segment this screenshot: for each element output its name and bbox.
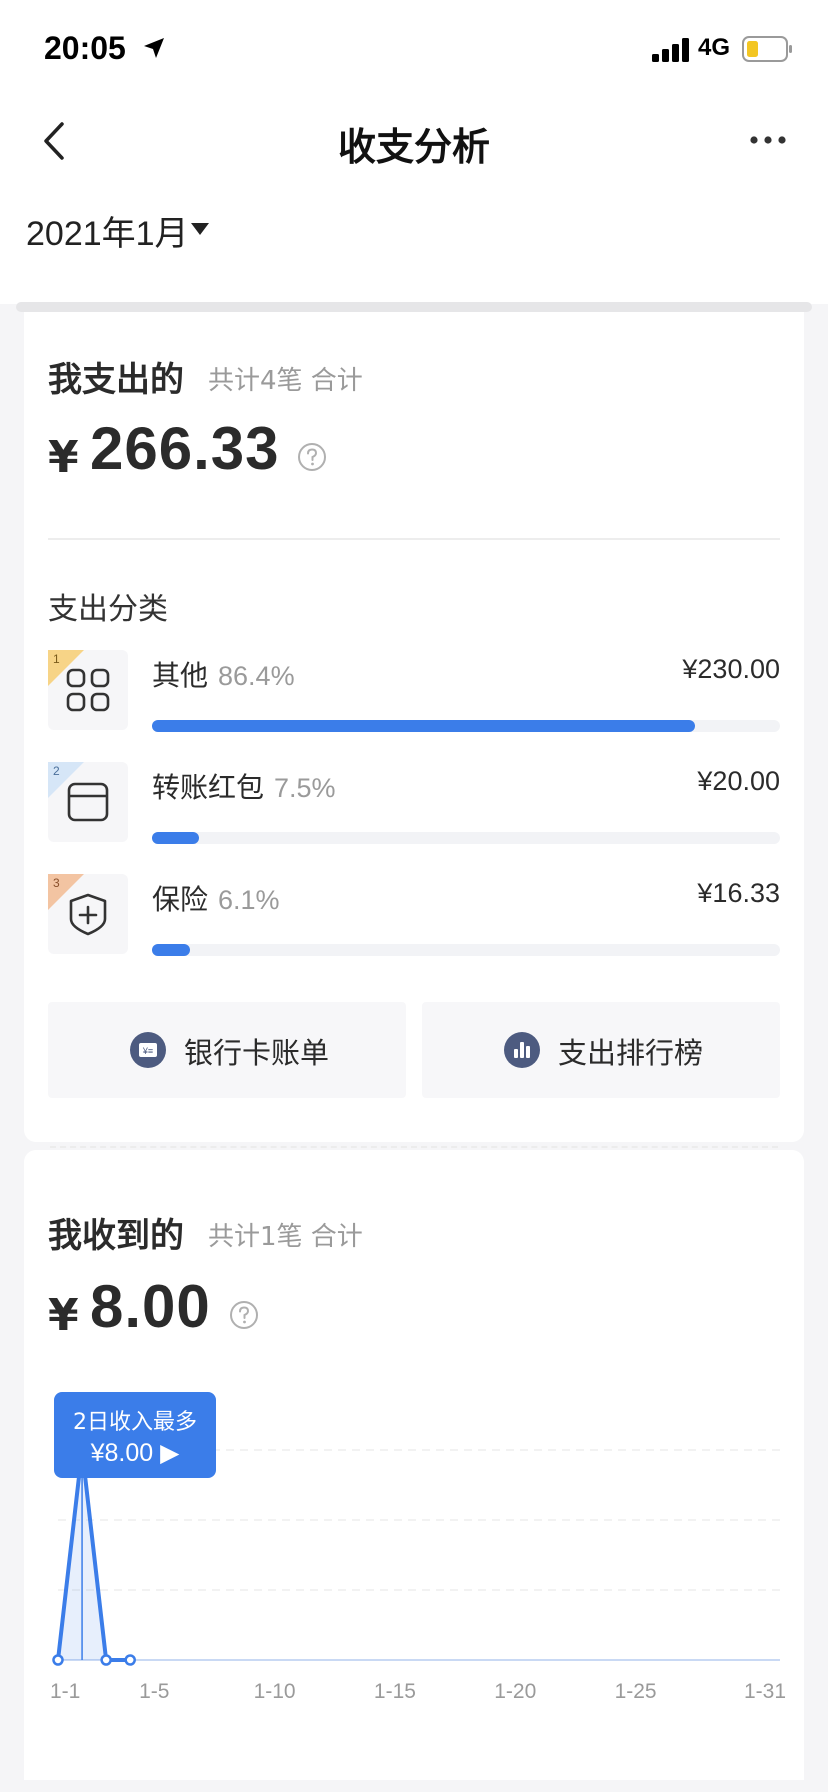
category-bar-track (152, 720, 780, 732)
category-percent: 6.1% (218, 885, 280, 915)
signal-icon (652, 38, 689, 62)
page-title: 收支分析 (337, 125, 490, 169)
tooltip-value: ¥8.00 ▶ (90, 1439, 180, 1467)
chart-tooltip[interactable]: 2日收入最多 ¥8.00 ▶ (54, 1392, 216, 1478)
income-currency: ¥ (48, 1290, 79, 1341)
category-percent: 86.4% (218, 661, 295, 691)
category-name: 转账红包 7.5% (152, 766, 336, 806)
x-tick-label: 1-5 (139, 1680, 170, 1703)
category-label: 保险 (152, 883, 209, 916)
category-icon-box: 1 (48, 650, 128, 730)
x-tick-label: 1-20 (494, 1680, 537, 1703)
more-icon[interactable] (748, 128, 788, 152)
category-bar-track (152, 832, 780, 844)
divider (48, 538, 780, 540)
data-point (124, 1654, 136, 1666)
expense-currency: ¥ (48, 432, 79, 483)
category-label: 其他 (152, 659, 209, 692)
x-tick-label: 1-10 (253, 1680, 296, 1703)
category-bar-fill (152, 944, 191, 956)
x-tick-label: 1-1 (50, 1680, 81, 1703)
category-amount: ¥16.33 (697, 878, 780, 908)
battery-icon (742, 36, 792, 62)
category-name: 保险 6.1% (152, 878, 280, 918)
category-bar-track (152, 944, 780, 956)
category-icon-box: 3 (48, 874, 128, 954)
category-label: 转账红包 (152, 771, 265, 804)
status-bar: 20:05 4G (0, 0, 828, 94)
expense-ranking-label: 支出排行榜 (558, 1036, 704, 1070)
category-percent: 7.5% (274, 773, 336, 803)
expense-summary: 共计4笔 合计 (208, 366, 363, 396)
rank-number: 2 (53, 764, 60, 778)
x-tick-label: 1-25 (614, 1680, 657, 1703)
rank-number: 3 (53, 876, 60, 890)
expense-ranking-button[interactable]: 支出排行榜 (422, 1002, 780, 1098)
tooltip-title: 2日收入最多 (73, 1410, 197, 1435)
income-summary: 共计1笔 合计 (208, 1222, 363, 1252)
category-row[interactable]: 1 其他 86.4% ¥230.00 (48, 650, 780, 750)
nav-bar: 收支分析 (0, 94, 828, 188)
income-title: 我收到的 (48, 1216, 184, 1256)
category-bar-fill (152, 832, 200, 844)
month-selector[interactable]: 2021年1月 (26, 206, 189, 255)
category-amount: ¥20.00 (697, 766, 780, 796)
expense-total: 266.33 (90, 415, 280, 482)
bank-bill-label: 银行卡账单 (184, 1036, 330, 1070)
month-filter-bar: 2021年1月 (0, 188, 828, 304)
receipt-slot (16, 302, 812, 312)
category-row[interactable]: 3 保险 6.1% ¥16.33 (48, 874, 780, 974)
location-arrow-icon (144, 38, 164, 58)
category-bar-fill (152, 720, 695, 732)
category-name: 其他 86.4% (152, 654, 295, 694)
rank-number: 1 (53, 652, 60, 666)
svg-text:¥≡: ¥≡ (142, 1046, 153, 1056)
category-section-title: 支出分类 (48, 592, 168, 627)
caret-down-icon[interactable] (190, 222, 210, 236)
help-icon[interactable] (297, 442, 327, 472)
data-point (100, 1654, 112, 1666)
expense-title: 我支出的 (48, 360, 184, 400)
perforation-divider (50, 1146, 778, 1148)
data-point (52, 1654, 64, 1666)
category-row[interactable]: 2 转账红包 7.5% ¥20.00 (48, 762, 780, 862)
network-label: 4G (698, 34, 731, 61)
bar-chart-icon (504, 1032, 540, 1068)
category-amount: ¥230.00 (682, 654, 780, 684)
status-time: 20:05 (44, 30, 126, 66)
x-tick-label: 1-31 (743, 1680, 786, 1703)
help-icon[interactable] (229, 1300, 259, 1330)
x-tick-label: 1-15 (373, 1680, 416, 1703)
bank-bill-button[interactable]: ¥≡ 银行卡账单 (48, 1002, 406, 1098)
bank-bill-icon: ¥≡ (130, 1032, 166, 1068)
income-total: 8.00 (90, 1273, 211, 1340)
category-icon-box: 2 (48, 762, 128, 842)
